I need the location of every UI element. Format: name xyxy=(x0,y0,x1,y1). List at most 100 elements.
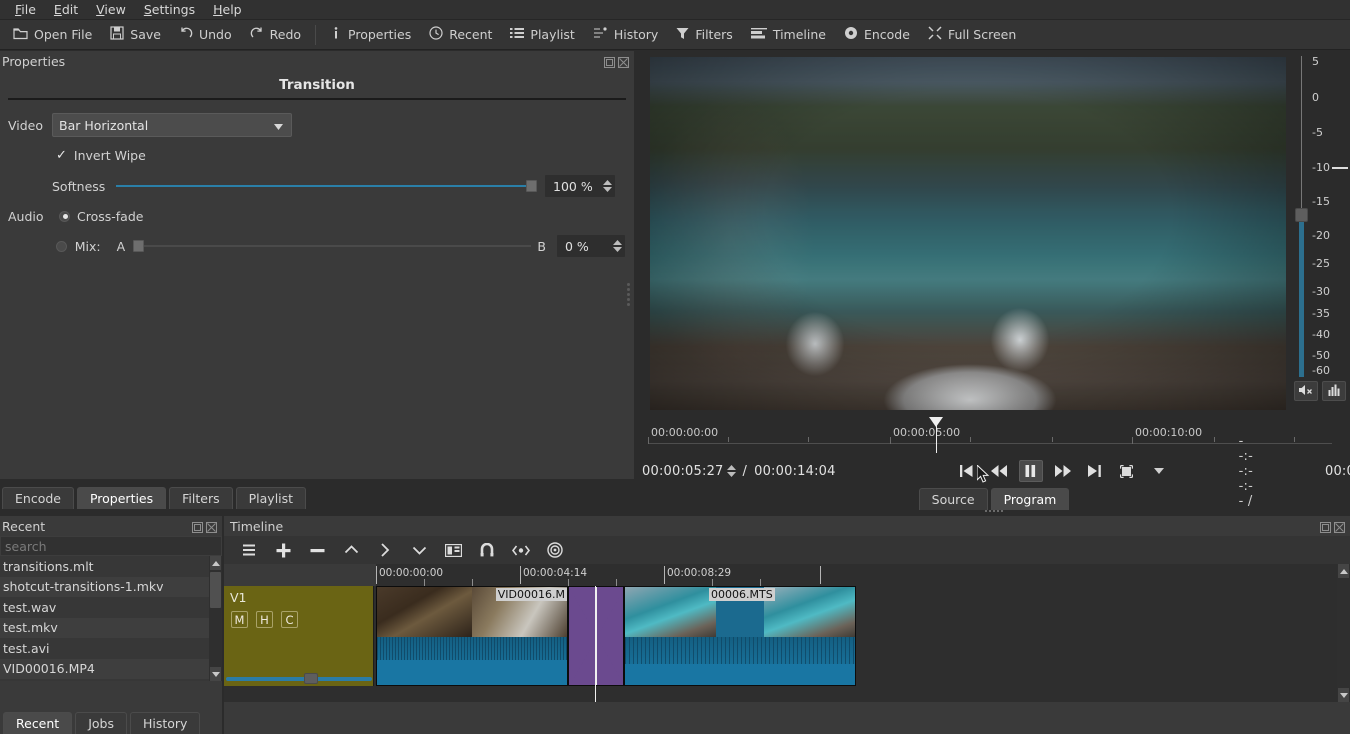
recent-scrollbar[interactable] xyxy=(209,556,222,681)
timeline-ruler[interactable]: 00:00:00:00 00:00:04:14 00:00:08:29 xyxy=(376,564,1350,586)
filters-button[interactable]: Filters xyxy=(667,22,741,48)
menu-file[interactable]: File xyxy=(6,1,45,18)
toolbar-separator xyxy=(315,24,317,45)
timeline-vertical-scrollbar[interactable] xyxy=(1337,564,1350,702)
stop-button[interactable] xyxy=(1115,460,1139,482)
scrub-icon[interactable] xyxy=(508,539,534,561)
recent-search-input[interactable]: search xyxy=(0,536,222,556)
float-icon[interactable] xyxy=(192,521,203,533)
list-item[interactable]: shotcut-transitions-1.mkv xyxy=(0,576,222,597)
tab-jobs[interactable]: Jobs xyxy=(75,712,127,734)
float-icon[interactable] xyxy=(604,56,615,68)
close-icon[interactable] xyxy=(206,521,217,533)
list-item[interactable]: test.mkv xyxy=(0,617,222,638)
timeline-clip-video-2[interactable]: 00006.MTS xyxy=(624,586,856,686)
timeline-playhead[interactable] xyxy=(595,586,596,702)
recent-button[interactable]: Recent xyxy=(420,22,501,48)
split-icon[interactable] xyxy=(440,539,466,561)
close-icon[interactable] xyxy=(618,56,629,68)
scrollbar-thumb[interactable] xyxy=(210,572,221,608)
invert-wipe-checkbox[interactable]: ✓ Invert Wipe xyxy=(8,143,626,167)
playlist-button[interactable]: Playlist xyxy=(501,22,583,48)
tab-properties[interactable]: Properties xyxy=(76,487,167,509)
skip-previous-button[interactable] xyxy=(955,460,979,482)
history-button[interactable]: History xyxy=(584,22,667,48)
recent-file-list[interactable]: transitions.mlt shotcut-transitions-1.mk… xyxy=(0,556,222,681)
timeline-clip-transition[interactable] xyxy=(568,586,624,686)
undo-label: Undo xyxy=(198,27,232,42)
scroll-down-arrow-icon[interactable] xyxy=(210,667,221,681)
full-screen-button[interactable]: Full Screen xyxy=(919,22,1025,48)
scroll-up-arrow-icon[interactable] xyxy=(1338,564,1349,578)
ripple-icon[interactable] xyxy=(542,539,568,561)
add-icon[interactable] xyxy=(270,539,296,561)
menu-settings[interactable]: Settings xyxy=(135,1,204,18)
tab-encode[interactable]: Encode xyxy=(2,487,74,509)
position-spinner[interactable] xyxy=(726,465,736,477)
lift-icon[interactable] xyxy=(338,539,364,561)
player-scrubber[interactable]: 00:00:00:00 00:00:05:00 00:00:10:00 xyxy=(640,417,1340,453)
tab-recent[interactable]: Recent xyxy=(3,712,73,734)
timeline-button[interactable]: Timeline xyxy=(742,22,835,48)
menu-help[interactable]: Help xyxy=(204,1,251,18)
video-transition-select[interactable]: Bar Horizontal xyxy=(52,113,292,137)
spinner-arrows[interactable] xyxy=(613,240,622,252)
menu-edit[interactable]: Edit xyxy=(45,1,87,18)
timeline-horizontal-scrollbar[interactable] xyxy=(226,673,372,684)
tab-source[interactable]: Source xyxy=(918,488,988,510)
scrollbar-thumb[interactable] xyxy=(304,673,318,684)
panel-resize-grip[interactable] xyxy=(627,281,632,307)
remove-icon[interactable] xyxy=(304,539,330,561)
panel-drag-handle[interactable] xyxy=(985,510,1003,512)
meter-handle[interactable] xyxy=(1295,208,1308,222)
undo-button[interactable]: Undo xyxy=(170,22,241,48)
properties-button[interactable]: Properties xyxy=(321,22,420,48)
softness-slider[interactable] xyxy=(116,176,537,196)
track-head-v1[interactable]: V1 M H C xyxy=(224,586,374,686)
tab-history[interactable]: History xyxy=(129,712,201,734)
list-item[interactable]: test.wav xyxy=(0,597,222,618)
mix-spinbox[interactable]: 0 % xyxy=(555,234,626,258)
current-position-field[interactable]: 00:00:05:27 xyxy=(642,464,736,479)
float-icon[interactable] xyxy=(1320,521,1331,533)
close-icon[interactable] xyxy=(1334,521,1345,533)
crossfade-radio[interactable] xyxy=(59,210,70,222)
overwrite-icon[interactable] xyxy=(372,539,398,561)
softness-handle[interactable] xyxy=(526,180,537,192)
scroll-down-arrow-icon[interactable] xyxy=(1338,688,1349,702)
list-item[interactable]: test.avi xyxy=(0,638,222,659)
player-options-dropdown[interactable] xyxy=(1147,460,1171,482)
list-item[interactable]: VID00016.MP4 xyxy=(0,658,222,679)
menu-icon[interactable] xyxy=(236,539,262,561)
timeline-panel-title: Timeline xyxy=(230,518,284,534)
tab-program[interactable]: Program xyxy=(990,488,1070,510)
scroll-up-arrow-icon[interactable] xyxy=(210,556,221,570)
tab-playlist[interactable]: Playlist xyxy=(235,487,307,509)
encode-button[interactable]: Encode xyxy=(835,22,919,48)
timeline-clip-video-1[interactable]: VID00016.M xyxy=(376,586,568,686)
rewind-button[interactable] xyxy=(987,460,1011,482)
mute-button[interactable] xyxy=(1294,381,1318,401)
softness-spinbox[interactable]: 100 % xyxy=(544,174,616,198)
pause-button[interactable] xyxy=(1018,460,1043,482)
list-item[interactable]: transitions.mlt xyxy=(0,556,222,577)
spinner-arrows[interactable] xyxy=(603,180,612,192)
track-hide-button[interactable]: H xyxy=(256,611,273,628)
track-lock-button[interactable]: C xyxy=(281,611,298,628)
total-duration: 00:00:14:04 xyxy=(754,463,836,479)
menu-view[interactable]: View xyxy=(87,1,135,18)
fast-forward-button[interactable] xyxy=(1051,460,1075,482)
redo-button[interactable]: Redo xyxy=(241,22,310,48)
meter-toggle-button[interactable] xyxy=(1322,381,1346,401)
save-button[interactable]: Save xyxy=(101,22,170,48)
append-icon[interactable] xyxy=(406,539,432,561)
mix-handle[interactable] xyxy=(133,240,145,252)
snap-magnet-icon[interactable] xyxy=(474,539,500,561)
tab-filters[interactable]: Filters xyxy=(169,487,233,509)
track-mute-button[interactable]: M xyxy=(231,611,248,628)
skip-next-button[interactable] xyxy=(1083,460,1107,482)
mix-radio[interactable] xyxy=(56,240,67,252)
open-file-button[interactable]: Open File xyxy=(4,22,101,48)
mix-slider[interactable] xyxy=(133,236,532,256)
video-preview[interactable] xyxy=(650,57,1286,410)
